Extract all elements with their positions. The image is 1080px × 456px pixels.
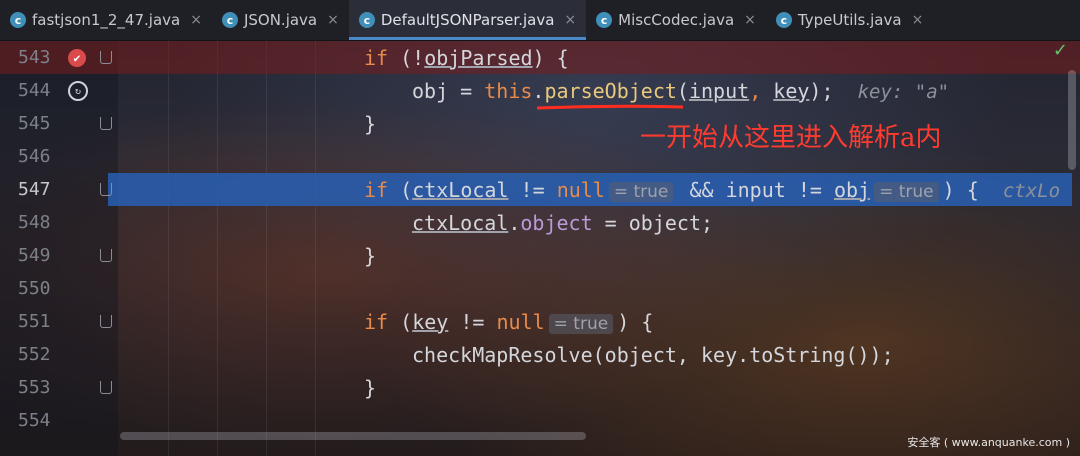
line-number: 553 (18, 377, 51, 398)
java-class-icon: c (10, 12, 26, 28)
code-text: checkMapResolve(object, key.toString()); (412, 342, 894, 367)
inline-debug-value: ctxLo (1002, 179, 1061, 202)
code-line[interactable]: 551 if (key != null = true) { (0, 305, 1080, 338)
code-line[interactable]: 553 } (0, 371, 1080, 404)
line-number: 543 (18, 47, 51, 68)
execution-point-highlight[interactable]: if (ctxLocal != null = true && input != o… (108, 173, 1072, 206)
line-number: 546 (18, 146, 51, 167)
java-class-icon: c (775, 12, 792, 28)
close-icon[interactable]: × (190, 12, 202, 28)
code-text: } (364, 111, 377, 136)
tab-label: fastjson1_2_47.java (32, 11, 181, 29)
code-text: if (key != null = true) { (364, 309, 654, 334)
line-number: 549 (18, 245, 51, 266)
code-line[interactable]: 546 (0, 140, 1080, 173)
tab-label: TypeUtils.java (797, 11, 902, 29)
watermark: 安全客 ( www.anquanke.com ) (907, 436, 1070, 449)
java-class-icon: c (358, 12, 375, 28)
line-number: 554 (18, 410, 51, 431)
line-number: 545 (18, 113, 51, 134)
breakpoint-hit-icon[interactable]: ✔ (68, 49, 86, 67)
code-text: } (364, 375, 377, 400)
inline-value-hint: = true (548, 313, 614, 334)
close-icon[interactable]: × (744, 12, 756, 28)
close-icon[interactable]: × (912, 12, 924, 28)
fold-marker-icon[interactable] (100, 51, 112, 64)
line-number: 550 (18, 278, 51, 299)
line-number: 551 (18, 311, 51, 332)
tab-label: DefaultJSONParser.java (380, 11, 555, 29)
line-number: 544 (18, 80, 51, 101)
close-icon[interactable]: × (564, 12, 576, 28)
code-text: } (364, 243, 377, 268)
tab-misccodec[interactable]: c MiscCodec.java × (586, 0, 766, 40)
editor-tab-bar: c fastjson1_2_47.java × c JSON.java × c … (0, 0, 1080, 41)
close-icon[interactable]: × (327, 12, 339, 28)
code-line-breakpoint[interactable]: 543 ✔ if (!objParsed) { (0, 41, 1080, 74)
no-problems-check-icon[interactable]: ✓ (1053, 40, 1068, 61)
code-line[interactable]: 550 (0, 272, 1080, 305)
line-number: 548 (18, 212, 51, 233)
vertical-scrollbar[interactable] (1068, 70, 1076, 170)
code-line-gutter: 547 (0, 173, 112, 206)
code-line[interactable]: 544 ↻ obj = this.parseObject(input, key)… (0, 74, 1080, 107)
code-text: obj = this.parseObject(input, key); key:… (412, 78, 950, 103)
code-text: if (!objParsed) { (364, 45, 569, 70)
code-text: ctxLocal.object = object; (412, 210, 714, 235)
tab-label: MiscCodec.java (618, 11, 735, 29)
line-number: 552 (18, 344, 51, 365)
inline-value-hint: = true (874, 181, 939, 202)
java-class-icon: c (221, 12, 238, 28)
line-number: 547 (18, 179, 51, 200)
code-text: if (ctxLocal != null = true && input != o… (364, 177, 1061, 202)
tab-label: JSON.java (243, 11, 318, 29)
inline-value-hint: = true (608, 181, 674, 202)
run-to-cursor-icon[interactable]: ↻ (68, 81, 88, 101)
fold-marker-icon[interactable] (100, 249, 112, 262)
fold-marker-icon[interactable] (100, 183, 112, 196)
code-line[interactable]: 552 checkMapResolve(object, key.toString… (0, 338, 1080, 371)
java-class-icon: c (596, 12, 613, 28)
fold-marker-icon[interactable] (100, 117, 112, 130)
code-line[interactable]: 549 } (0, 239, 1080, 272)
tab-fastjson1-2-47[interactable]: c fastjson1_2_47.java × (0, 0, 212, 40)
inline-debug-value: key: "a" (857, 80, 950, 103)
tab-typeutils[interactable]: c TypeUtils.java × (766, 0, 933, 40)
tab-json[interactable]: c JSON.java × (212, 0, 349, 40)
code-line[interactable]: 548 ctxLocal.object = object; (0, 206, 1080, 239)
horizontal-scrollbar[interactable] (120, 432, 586, 440)
fold-marker-icon[interactable] (100, 381, 112, 394)
tab-defaultjsonparser[interactable]: c DefaultJSONParser.java × (348, 0, 587, 40)
fold-marker-icon[interactable] (100, 315, 112, 328)
